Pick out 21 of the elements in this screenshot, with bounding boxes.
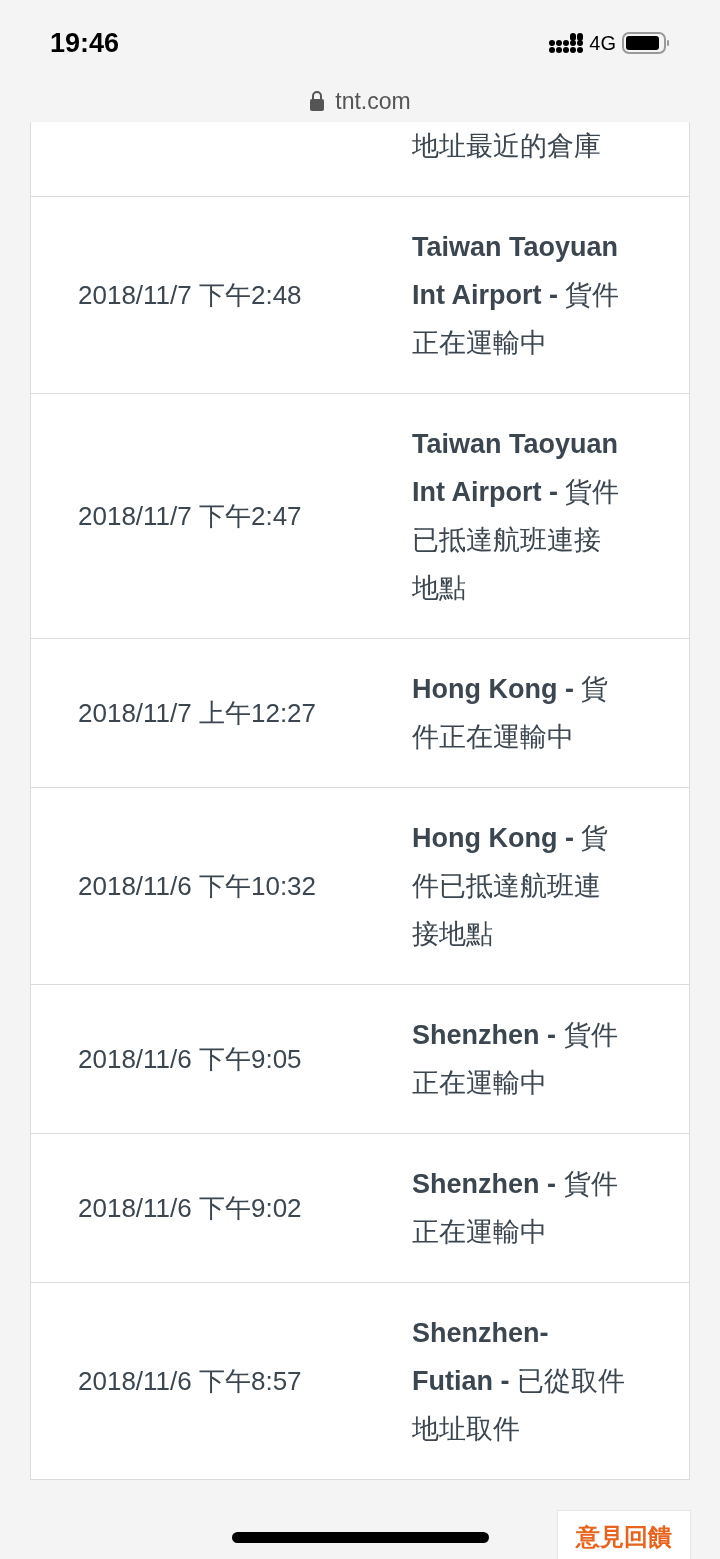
event-description: Taiwan Taoyuan Int Airport - 貨件已抵達航班連接地點 xyxy=(412,429,620,603)
event-description: Shenzhen - 貨件正在運輸中 xyxy=(412,1169,618,1247)
url-text[interactable]: tnt.com xyxy=(335,83,411,119)
event-description: Hong Kong - 貨件已抵達航班連接地點 xyxy=(412,823,609,949)
event-date: 2018/11/6 下午9:05 xyxy=(78,1044,302,1074)
event-date: 2018/11/7 下午2:48 xyxy=(78,280,302,310)
signal-icon xyxy=(549,32,584,54)
lock-icon xyxy=(309,91,326,111)
event-description: Shenzhen-Futian - 已從取件地址取件 xyxy=(412,1318,625,1444)
event-date: 2018/11/7 上午12:27 xyxy=(78,698,317,728)
event-date: 2018/11/6 下午8:57 xyxy=(78,1366,302,1396)
event-date: 2018/11/6 下午10:32 xyxy=(78,871,317,901)
event-description: Taiwan Taoyuan Int Airport - 貨件正在運輸中 xyxy=(412,232,620,358)
event-date: 2018/11/7 下午2:47 xyxy=(78,501,302,531)
network-label: 4G xyxy=(589,31,616,56)
battery-icon xyxy=(622,31,670,55)
event-description: Hong Kong - 貨件正在運輸中 xyxy=(412,674,609,752)
event-date: 2018/11/6 下午9:02 xyxy=(78,1193,302,1223)
clock: 19:46 xyxy=(50,26,120,60)
event-description: Shenzhen - 貨件正在運輸中 xyxy=(412,1020,618,1098)
event-description: 地址最近的倉庫 xyxy=(412,131,601,161)
